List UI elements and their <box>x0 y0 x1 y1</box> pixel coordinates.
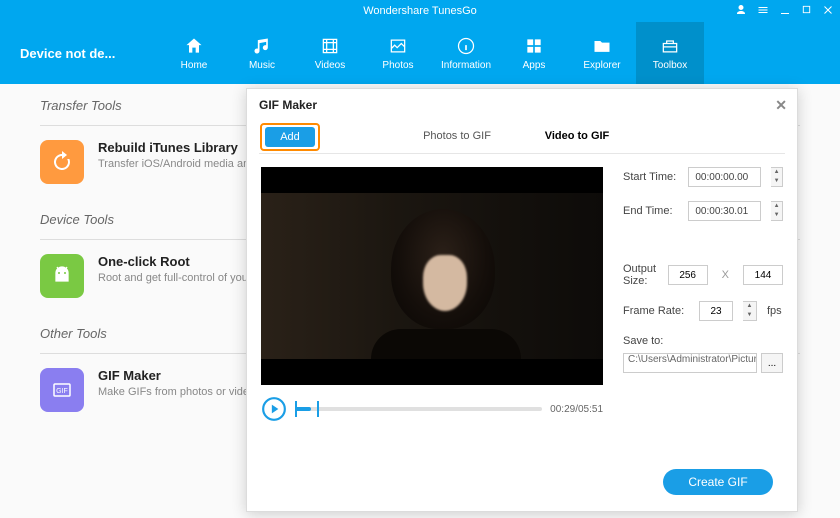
end-time-field[interactable]: 00:00:30.01 <box>688 201 761 221</box>
playback-controls: 00:29/05:51 <box>261 393 603 425</box>
fps-suffix: fps <box>767 305 782 317</box>
nav-label: Photos <box>382 60 413 71</box>
nav-explorer[interactable]: Explorer <box>568 22 636 84</box>
output-width-field[interactable] <box>668 265 708 285</box>
browse-button[interactable]: ... <box>761 353 783 373</box>
output-height-field[interactable] <box>743 265 783 285</box>
save-to-label: Save to: <box>623 335 783 347</box>
photos-icon <box>388 36 408 56</box>
refresh-icon <box>40 140 84 184</box>
info-icon <box>456 36 476 56</box>
app-title: Wondershare TunesGo <box>363 5 477 17</box>
minimize-button[interactable] <box>779 4 791 19</box>
android-icon <box>40 254 84 298</box>
nav-toolbox[interactable]: Toolbox <box>636 22 704 84</box>
tabs: Photos to GIF Video to GIF <box>397 121 637 153</box>
range-end-handle[interactable] <box>317 401 319 417</box>
playback-time: 00:29/05:51 <box>550 404 603 415</box>
divider <box>259 153 785 154</box>
device-status[interactable]: Device not de... <box>0 22 160 84</box>
maximize-button[interactable] <box>801 4 812 18</box>
tab-video-to-gif[interactable]: Video to GIF <box>517 121 637 153</box>
end-time-label: End Time: <box>623 205 678 217</box>
nav-label: Videos <box>315 60 345 71</box>
nav-home[interactable]: Home <box>160 22 228 84</box>
nav-videos[interactable]: Videos <box>296 22 364 84</box>
window-controls <box>735 0 834 22</box>
frame-rate-stepper[interactable]: ▲▼ <box>743 301 757 321</box>
modal-title: GIF Maker <box>259 98 317 112</box>
start-time-stepper[interactable]: ▲▼ <box>771 167 783 187</box>
end-time-stepper[interactable]: ▲▼ <box>771 201 783 221</box>
close-icon[interactable]: ✕ <box>775 97 787 114</box>
video-preview[interactable] <box>261 167 603 385</box>
play-button[interactable] <box>261 396 287 422</box>
start-time-label: Start Time: <box>623 171 678 183</box>
close-button[interactable] <box>822 4 834 19</box>
nav-apps[interactable]: Apps <box>500 22 568 84</box>
add-button[interactable]: Add <box>265 127 315 147</box>
modal-header: GIF Maker ✕ <box>247 89 797 121</box>
home-icon <box>184 36 204 56</box>
nav-music[interactable]: Music <box>228 22 296 84</box>
frame-rate-field[interactable] <box>699 301 733 321</box>
timeline-slider[interactable] <box>295 398 542 420</box>
gif-settings: Start Time: 00:00:00.00 ▲▼ End Time: 00:… <box>623 167 783 373</box>
menu-icon[interactable] <box>757 4 769 19</box>
range-start-handle[interactable] <box>295 401 297 417</box>
nav: Home Music Videos Photos Information App… <box>160 22 840 84</box>
save-path-field[interactable]: C:\Users\Administrator\Pictures\W <box>623 353 757 373</box>
x-separator: X <box>722 269 729 281</box>
nav-information[interactable]: Information <box>432 22 500 84</box>
nav-label: Explorer <box>583 60 620 71</box>
nav-label: Toolbox <box>653 60 687 71</box>
start-time-field[interactable]: 00:00:00.00 <box>688 167 761 187</box>
output-size-label: Output Size: <box>623 263 658 287</box>
videos-icon <box>320 36 340 56</box>
music-icon <box>252 36 272 56</box>
nav-label: Music <box>249 60 275 71</box>
explorer-icon <box>592 36 612 56</box>
user-icon[interactable] <box>735 4 747 19</box>
tool-desc: Make GIFs from photos or video <box>98 385 255 400</box>
gif-maker-modal: GIF Maker ✕ Add Photos to GIF Video to G… <box>246 88 798 512</box>
tab-photos-to-gif[interactable]: Photos to GIF <box>397 121 517 153</box>
svg-text:GIF: GIF <box>56 388 68 395</box>
frame-rate-label: Frame Rate: <box>623 305 689 317</box>
nav-photos[interactable]: Photos <box>364 22 432 84</box>
toolbox-icon <box>660 36 680 56</box>
apps-icon <box>524 36 544 56</box>
topbar: Device not de... Home Music Videos Photo… <box>0 22 840 84</box>
nav-label: Information <box>441 60 491 71</box>
create-gif-button[interactable]: Create GIF <box>663 469 773 495</box>
tool-title: GIF Maker <box>98 368 255 383</box>
nav-label: Home <box>181 60 208 71</box>
nav-label: Apps <box>523 60 546 71</box>
gif-icon: GIF <box>40 368 84 412</box>
titlebar: Wondershare TunesGo <box>0 0 840 22</box>
